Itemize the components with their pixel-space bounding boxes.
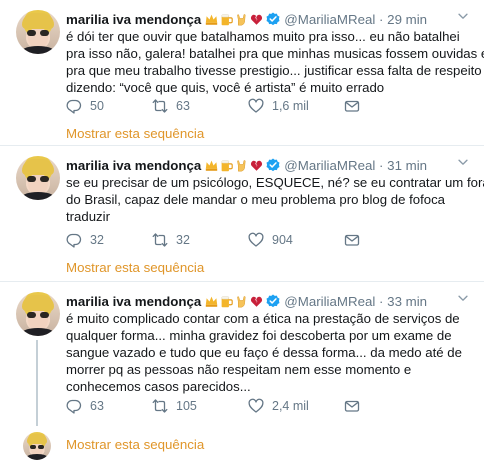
heart-icon <box>248 98 264 113</box>
tweet-line: pra isso não, galera! batalhei pra que m… <box>66 46 484 61</box>
retweet-count: 32 <box>176 233 190 247</box>
tweet-line: conhecemos casos parecidos... <box>66 379 251 394</box>
avatar[interactable] <box>16 292 60 336</box>
like-count: 904 <box>272 233 293 247</box>
user-handle[interactable]: @MariliaMReal <box>284 158 375 173</box>
envelope-icon <box>344 100 360 112</box>
tweet-line: dizendo: “você que quis, você é artista”… <box>66 80 385 95</box>
tweet-text: é dói ter que ouvir que batalhamos muito… <box>66 28 484 96</box>
show-thread-link[interactable]: Mostrar esta sequência <box>66 260 204 275</box>
tweet-time[interactable]: · 33 min <box>375 294 427 309</box>
reply-button[interactable]: 50 <box>66 98 152 114</box>
envelope-icon <box>344 234 360 246</box>
broken-heart-emoji <box>251 296 263 307</box>
tweet-actions: 32 32 904 <box>66 232 374 248</box>
retweet-count: 63 <box>176 99 190 113</box>
show-thread-link[interactable]: Mostrar esta sequência <box>66 437 204 452</box>
reply-count: 50 <box>90 99 104 113</box>
user-name[interactable]: marilia iva mendonça <box>66 158 201 173</box>
direct-message-button[interactable] <box>344 398 374 414</box>
like-button[interactable]: 1,6 mil <box>248 98 344 114</box>
reply-count: 63 <box>90 399 104 413</box>
tweet-text: é muito complicado contar com a ética na… <box>66 310 470 395</box>
tweet-line: é muito complicado contar com a ética na… <box>66 311 460 326</box>
like-button[interactable]: 904 <box>248 232 344 248</box>
avatar[interactable] <box>16 10 60 54</box>
retweet-button[interactable]: 32 <box>152 232 248 248</box>
reply-icon <box>66 233 82 248</box>
tweet[interactable]: marilia iva mendonça @MariliaMReal · 29 … <box>0 0 484 146</box>
like-button[interactable]: 2,4 mil <box>248 398 344 414</box>
tweet-line: morrer pq as pessoas não respeitam nem e… <box>66 362 412 377</box>
reply-count: 32 <box>90 233 104 247</box>
crown-emoji <box>206 160 218 171</box>
user-name[interactable]: marilia iva mendonça <box>66 12 201 27</box>
broken-heart-emoji <box>251 14 263 25</box>
tweet[interactable]: marilia iva mendonça @MariliaMReal · 31 … <box>0 146 484 282</box>
tweet-line: se eu precisar de um psicólogo, ESQUECE,… <box>66 175 484 190</box>
chevron-down-icon[interactable] <box>456 155 470 169</box>
thread-connector-line <box>36 340 38 426</box>
user-handle[interactable]: @MariliaMReal <box>284 294 375 309</box>
heart-icon <box>248 232 264 247</box>
name-emojis <box>205 13 263 26</box>
retweet-icon <box>152 233 168 247</box>
tweet-header: marilia iva mendonça @MariliaMReal · 33 … <box>66 292 427 310</box>
verified-badge-icon <box>266 12 280 26</box>
chevron-down-icon[interactable] <box>456 9 470 23</box>
tweet[interactable]: marilia iva mendonça @MariliaMReal · 33 … <box>0 282 484 466</box>
tweet-time[interactable]: · 29 min <box>375 12 427 27</box>
tweet-actions: 50 63 1,6 mil <box>66 98 374 114</box>
user-name[interactable]: marilia iva mendonça <box>66 294 201 309</box>
thread-avatar[interactable] <box>23 432 51 460</box>
tweet-line: traduzir <box>66 209 110 224</box>
tweet-actions: 63 105 2,4 mil <box>66 398 374 414</box>
verified-badge-icon <box>266 294 280 308</box>
direct-message-button[interactable] <box>344 98 374 114</box>
broken-heart-emoji <box>251 160 263 171</box>
envelope-icon <box>344 400 360 412</box>
retweet-count: 105 <box>176 399 197 413</box>
avatar[interactable] <box>16 156 60 200</box>
retweet-button[interactable]: 63 <box>152 98 248 114</box>
tweet-line: qualquer forma... minha gravidez foi des… <box>66 328 452 343</box>
beer-emoji <box>221 295 234 307</box>
rock-hand-emoji <box>237 159 246 171</box>
reply-icon <box>66 99 82 114</box>
tweet-header: marilia iva mendonça @MariliaMReal · 29 … <box>66 10 427 28</box>
retweet-icon <box>152 399 168 413</box>
show-thread-link[interactable]: Mostrar esta sequência <box>66 126 204 141</box>
retweet-button[interactable]: 105 <box>152 398 248 414</box>
retweet-icon <box>152 99 168 113</box>
reply-button[interactable]: 63 <box>66 398 152 414</box>
like-count: 2,4 mil <box>272 399 309 413</box>
rock-hand-emoji <box>237 13 246 25</box>
beer-emoji <box>221 13 234 25</box>
beer-emoji <box>221 159 234 171</box>
tweet-header: marilia iva mendonça @MariliaMReal · 31 … <box>66 156 427 174</box>
user-handle[interactable]: @MariliaMReal <box>284 12 375 27</box>
crown-emoji <box>206 14 218 25</box>
reply-icon <box>66 399 82 414</box>
tweet-line: pra que meu trabalho tivesse prestigio..… <box>66 63 482 78</box>
like-count: 1,6 mil <box>272 99 309 113</box>
chevron-down-icon[interactable] <box>456 291 470 305</box>
tweet-line: é dói ter que ouvir que batalhamos muito… <box>66 29 460 44</box>
name-emojis <box>205 295 263 308</box>
direct-message-button[interactable] <box>344 232 374 248</box>
rock-hand-emoji <box>237 295 246 307</box>
reply-button[interactable]: 32 <box>66 232 152 248</box>
heart-icon <box>248 398 264 413</box>
tweet-line: do Brasil, capaz dele mandar o meu probl… <box>66 192 445 207</box>
crown-emoji <box>206 296 218 307</box>
tweet-line: sangue vazado e tudo que eu faço é dessa… <box>66 345 462 360</box>
name-emojis <box>205 159 263 172</box>
tweet-time[interactable]: · 31 min <box>375 158 427 173</box>
tweet-text: se eu precisar de um psicólogo, ESQUECE,… <box>66 174 484 225</box>
verified-badge-icon <box>266 158 280 172</box>
